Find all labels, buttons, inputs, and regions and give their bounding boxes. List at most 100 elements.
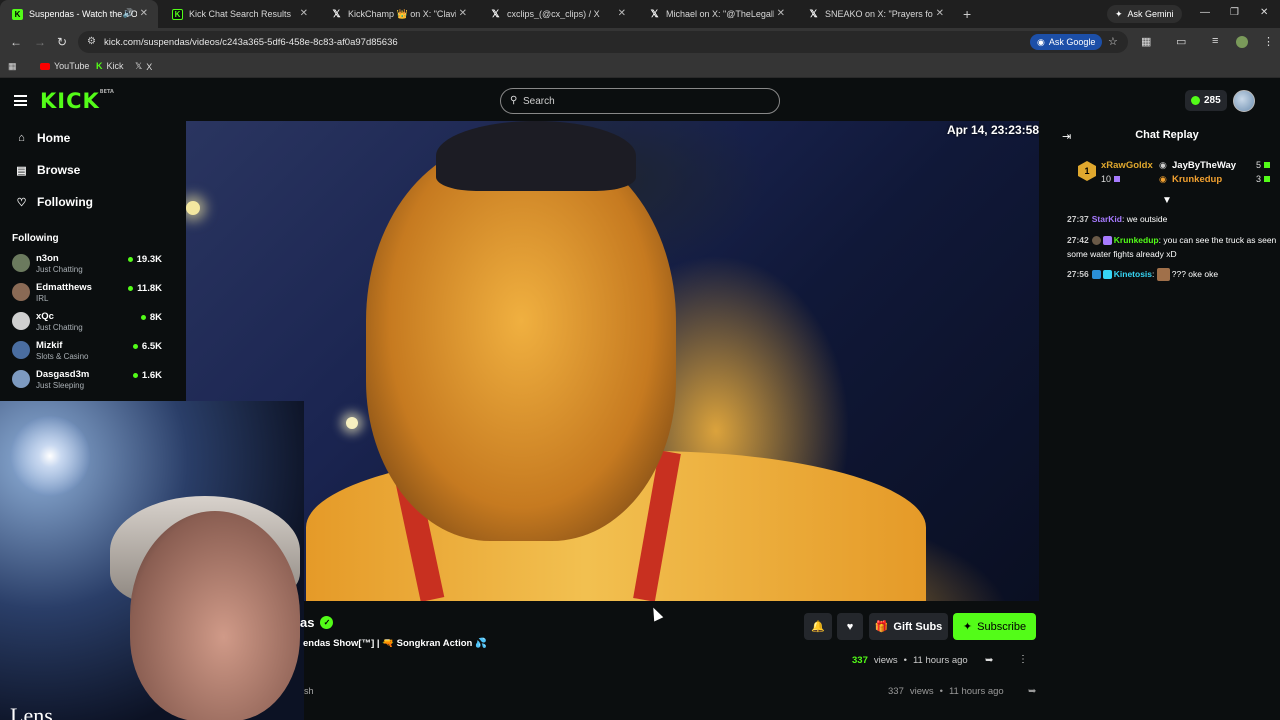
subscribe-label: Subscribe	[977, 620, 1027, 633]
message-user[interactable]: StarKid	[1092, 214, 1122, 224]
address-bar-row: ← → ↻ ⚙ kick.com/suspendas/videos/c243a3…	[0, 28, 1280, 56]
kick-icon: K	[96, 61, 103, 71]
profile-avatar-icon[interactable]	[1236, 36, 1248, 48]
browser-tab[interactable]: K Kick Chat Search Results ✕	[160, 0, 318, 28]
video-meta: 337 views • 11 hours ago	[852, 655, 968, 666]
search-box[interactable]: ⚲	[500, 88, 780, 114]
video-player[interactable]: Apr 14, 23:23:58	[186, 121, 1039, 601]
nav-browse[interactable]: ▤ Browse	[16, 163, 80, 177]
browser-menu-icon[interactable]: ⋮	[1263, 35, 1274, 48]
live-dot-icon	[128, 286, 134, 291]
channel-category: Slots & Casino	[36, 352, 89, 361]
viewer-count: 6.5K	[132, 341, 162, 352]
video-timestamp: Apr 14, 23:23:58	[946, 123, 1039, 137]
gift-subs-button[interactable]: 🎁 Gift Subs	[869, 613, 948, 640]
close-tab-icon[interactable]: ✕	[300, 8, 308, 19]
cast-icon[interactable]: ▭	[1176, 35, 1186, 48]
channel-category: IRL	[36, 294, 49, 303]
followed-channel[interactable]: Dasgasd3m Just Sleeping 1.6K	[12, 367, 162, 393]
chat-message: 27:56 Kinetosis: ??? oke oke	[1067, 267, 1277, 282]
close-tab-icon[interactable]: ✕	[459, 8, 467, 19]
maximize-window-icon[interactable]: ❐	[1230, 7, 1239, 18]
nav-label: Browse	[37, 163, 81, 177]
browser-tab[interactable]: 𝕏 cxclips_(@cx_clips) / X ✕	[478, 0, 636, 28]
subscribe-button[interactable]: ✦ Subscribe	[953, 613, 1036, 640]
followed-channel[interactable]: Edmatthews IRL 11.8K	[12, 280, 162, 306]
apps-grid-icon[interactable]: ▦	[8, 61, 17, 72]
followed-channel[interactable]: xQc Just Chatting 8K	[12, 309, 162, 335]
search-icon: ⚲	[510, 95, 518, 106]
heart-icon: ♥	[846, 620, 854, 633]
ask-gemini-button[interactable]: ✦ Ask Gemini	[1107, 5, 1182, 23]
bookmark-x[interactable]: 𝕏 X	[135, 61, 152, 72]
followed-channel[interactable]: Mizkif Slots & Casino 6.5K	[12, 338, 162, 364]
close-tab-icon[interactable]: ✕	[936, 8, 944, 19]
extensions-icon[interactable]: ▦	[1141, 35, 1151, 48]
bookmark-youtube[interactable]: YouTube	[40, 61, 89, 71]
browser-tab[interactable]: 𝕏 SNEAKO on X: "Prayers for Cla... ✕	[796, 0, 954, 28]
x-favicon-icon: 𝕏	[809, 8, 818, 20]
tab-title: Kick Chat Search Results	[189, 9, 292, 19]
kick-points-badge[interactable]: 285	[1185, 90, 1227, 111]
channel-name: Dasgasd3m	[36, 369, 90, 380]
ask-google-button[interactable]: ◉ Ask Google	[1030, 34, 1103, 50]
tab-title: Michael on X: "@TheLegalMind...	[666, 9, 774, 19]
site-info-icon[interactable]: ⚙	[87, 36, 96, 47]
more-options-icon[interactable]: ⋮	[1018, 654, 1028, 665]
share-icon[interactable]: ➥	[985, 655, 993, 666]
bookmark-label: YouTube	[54, 61, 90, 71]
ask-gemini-label: Ask Gemini	[1127, 9, 1174, 19]
leader-name[interactable]: JayByTheWay	[1172, 160, 1236, 171]
close-window-icon[interactable]: ✕	[1260, 7, 1268, 18]
nav-following[interactable]: ♡ Following	[16, 195, 93, 209]
message-user[interactable]: Krunkedup	[1114, 235, 1159, 245]
avatar	[12, 254, 30, 272]
expand-leaderboard-icon[interactable]: ▼	[1162, 195, 1172, 206]
minimize-window-icon[interactable]: —	[1200, 7, 1210, 18]
user-avatar[interactable]	[1233, 90, 1255, 112]
kick-logo[interactable]: KICKBETA	[40, 89, 114, 113]
channel-name-heading[interactable]: as ✓	[300, 615, 334, 630]
hamburger-menu-icon[interactable]	[14, 95, 27, 106]
close-tab-icon[interactable]: ✕	[618, 8, 626, 19]
gift-icon	[1264, 176, 1271, 182]
browser-tab[interactable]: 𝕏 Michael on X: "@TheLegalMind... ✕	[637, 0, 795, 28]
reading-list-icon[interactable]: ≡	[1212, 35, 1218, 47]
url-text[interactable]: kick.com/suspendas/videos/c243a365-5df6-…	[104, 37, 398, 48]
view-count: 337	[852, 655, 868, 666]
leader-name[interactable]: xRawGoldx	[1101, 160, 1153, 171]
audio-playing-icon[interactable]: 🔊	[123, 8, 134, 19]
url-omnibox[interactable]: ⚙ kick.com/suspendas/videos/c243a365-5df…	[78, 31, 1128, 53]
sidebar: ⌂ Home ▤ Browse ♡ Following Following n3…	[0, 121, 172, 401]
badge-icon	[1091, 270, 1101, 280]
browser-tab[interactable]: 𝕏 KickChamp 👑 on X: "Clavicula... ✕	[319, 0, 477, 28]
message-user[interactable]: Kinetosis	[1114, 269, 1152, 279]
channel-name: Mizkif	[36, 340, 63, 351]
forward-arrow-icon[interactable]: →	[34, 35, 46, 49]
x-icon: 𝕏	[135, 61, 143, 71]
leader-name[interactable]: Krunkedup	[1172, 174, 1222, 185]
followed-channel[interactable]: n3on Just Chatting 19.3K	[12, 251, 162, 277]
back-arrow-icon[interactable]: ←	[10, 35, 22, 49]
notification-bell-button[interactable]: 🔔	[804, 613, 832, 640]
share-icon[interactable]: ➥	[1028, 686, 1036, 697]
bookmarks-bar: ▦ YouTube K Kick 𝕏 X	[0, 56, 1280, 78]
close-tab-icon[interactable]: ✕	[777, 8, 785, 19]
new-tab-plus-icon[interactable]: +	[963, 6, 971, 22]
bookmark-star-icon[interactable]: ☆	[1108, 35, 1118, 48]
reload-icon[interactable]: ↻	[57, 35, 67, 49]
channel-name: n3on	[36, 253, 59, 264]
follow-heart-button[interactable]: ♥	[837, 613, 863, 640]
leader-count: 5	[1256, 160, 1271, 170]
browser-tab[interactable]: K Suspendas - Watch the VOD 🔊 ✕	[0, 0, 158, 28]
close-tab-icon[interactable]: ✕	[140, 8, 148, 19]
gift-icon: 🎁	[874, 621, 889, 633]
bookmark-kick[interactable]: K Kick	[96, 61, 124, 71]
message-text: we outside	[1126, 214, 1168, 224]
search-input[interactable]	[523, 93, 763, 109]
bookmark-label: X	[146, 61, 153, 72]
tab-title: SNEAKO on X: "Prayers for Cla...	[825, 9, 933, 19]
x-favicon-icon: 𝕏	[491, 8, 500, 20]
nav-home[interactable]: ⌂ Home	[16, 131, 70, 145]
viewer-count: 19.3K	[127, 254, 162, 265]
